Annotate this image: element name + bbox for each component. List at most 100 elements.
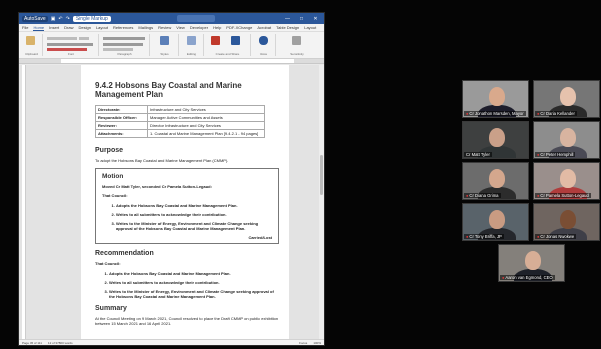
vertical-scrollbar[interactable]	[319, 65, 324, 339]
tab-layout[interactable]: Layout	[96, 25, 108, 30]
redo-icon[interactable]: ↷	[66, 16, 70, 22]
save-icon[interactable]: ▣	[51, 16, 56, 22]
page-count[interactable]: Page 45 of 111	[22, 341, 42, 345]
word-window: AutoSave ▣ ↶ ↷ Single Markup — □ ✕ File …	[18, 12, 325, 346]
mic-muted-icon: ●	[537, 193, 540, 198]
motion-moved-text: Moved Cr Matt Tyler, seconded Cr Pamela …	[102, 184, 212, 190]
report-meta-table: Directorate: Infrastructure and City Serv…	[95, 105, 265, 138]
tab-table-design[interactable]: Table Design	[276, 25, 299, 30]
list-buttons[interactable]	[103, 37, 145, 40]
styles-icon[interactable]	[160, 36, 169, 45]
participant-tile[interactable]: ● Cr Jonathon Marsden, Mayor	[462, 80, 529, 118]
minimize-button[interactable]: —	[282, 16, 293, 22]
carried-lost-text: Carried/Lost	[248, 235, 272, 241]
editing-group: Editing	[180, 34, 204, 56]
table-row: Directorate: Infrastructure and City Serv…	[95, 105, 265, 114]
tab-table-layout[interactable]: Layout	[304, 25, 316, 30]
tab-references[interactable]: References	[113, 25, 133, 30]
ribbon-tabs: File Home Insert Draw Design Layout Refe…	[19, 24, 324, 32]
mic-muted-icon: ●	[502, 275, 505, 280]
participant-name: Cr Jonathon Marsden, Mayor	[469, 111, 524, 116]
sensitivity-group: Sensitivity	[277, 34, 317, 56]
participant-name: Cr Pamela Sutton-Legaud	[540, 193, 589, 198]
close-button[interactable]: ✕	[310, 16, 321, 22]
table-row: Reviewer: Director Infrastructure and Cit…	[95, 121, 265, 130]
tab-design[interactable]: Design	[78, 25, 90, 30]
mic-muted-icon: ●	[537, 152, 540, 157]
participant-tile[interactable]: Cr Matt Tyler	[462, 121, 529, 159]
undo-icon[interactable]: ↶	[58, 16, 62, 22]
participant-name: Cr Matt Tyler	[466, 152, 490, 157]
mic-muted-icon: ●	[537, 111, 540, 116]
vertical-ruler	[22, 65, 26, 339]
tab-home[interactable]: Home	[33, 25, 45, 31]
tab-mailings[interactable]: Mailings	[138, 25, 153, 30]
voice-group: Voice	[252, 34, 276, 56]
scrollbar-thumb[interactable]	[320, 155, 323, 195]
participant-tile[interactable]: ● Cr Daria Kellander	[533, 80, 600, 118]
font-size-select[interactable]	[79, 37, 89, 40]
list-item: Adopts the Hobsons Bay Coastal and Marin…	[109, 271, 279, 276]
zoom-level[interactable]: 100%	[313, 341, 321, 345]
word-count[interactable]: 12 of 37800 words	[48, 341, 73, 345]
list-item: Writes to the Minister of Energy, Enviro…	[116, 221, 272, 231]
find-icon[interactable]	[187, 36, 196, 45]
participant-tile[interactable]: ● Aaron van Egmond, CEO	[498, 244, 565, 282]
motion-heading: Motion	[102, 173, 124, 181]
screen: AutoSave ▣ ↶ ↷ Single Markup — □ ✕ File …	[0, 0, 601, 349]
paste-icon[interactable]	[26, 36, 35, 45]
mic-muted-icon: ●	[466, 234, 469, 239]
tab-review[interactable]: Review	[158, 25, 171, 30]
font-name-select[interactable]	[47, 37, 77, 40]
ribbon: Clipboard Font Paragraph Styles Editing …	[19, 32, 324, 59]
font-color-buttons[interactable]	[47, 48, 87, 51]
document-page[interactable]: 9.4.2 Hobsons Bay Coastal and Marine Man…	[81, 65, 289, 339]
participant-name: Cr Daria Kellander	[540, 111, 575, 116]
font-format-buttons[interactable]	[47, 43, 93, 46]
participant-tile[interactable]: ● Cr Pamela Sutton-Legaud	[533, 162, 600, 200]
recommendation-heading: Recommendation	[95, 250, 154, 258]
tab-acrobat[interactable]: Acrobat	[257, 25, 271, 30]
create-pdf-icon[interactable]	[211, 36, 220, 45]
clipboard-group: Clipboard	[21, 34, 43, 56]
focus-button[interactable]: Focus	[299, 341, 307, 345]
item-heading: 9.4.2 Hobsons Bay Coastal and Marine Man…	[95, 81, 242, 99]
participant-name: Cr Tony Briffa, JP	[469, 234, 502, 239]
font-group: Font	[44, 34, 99, 56]
participant-tile[interactable]: ● Cr Peter Hemphill	[533, 121, 600, 159]
dictate-icon[interactable]	[259, 36, 268, 45]
list-item: Writes to all submitters to acknowledge …	[109, 280, 279, 285]
create-share-group: Create and Share	[205, 34, 251, 56]
summary-heading: Summary	[95, 305, 127, 313]
tab-help[interactable]: Help	[213, 25, 221, 30]
document-area[interactable]: 9.4.2 Hobsons Bay Coastal and Marine Man…	[19, 65, 324, 339]
sensitivity-icon[interactable]	[292, 36, 301, 45]
request-signatures-icon[interactable]	[231, 36, 240, 45]
title-bar: AutoSave ▣ ↶ ↷ Single Markup — □ ✕	[19, 13, 324, 24]
summary-text: At the Council Meeting on 9 March 2021, …	[95, 316, 279, 327]
tab-draw[interactable]: Draw	[64, 25, 73, 30]
participant-tile[interactable]: ● Cr Diana Grima	[462, 162, 529, 200]
autosave-toggle[interactable]: AutoSave	[22, 15, 48, 22]
align-buttons[interactable]	[103, 43, 143, 46]
participant-tile[interactable]: ● Cr Tony Briffa, JP	[462, 203, 529, 241]
purpose-heading: Purpose	[95, 147, 124, 154]
participant-tile[interactable]: ● Cr Jonas Nwokwe	[533, 203, 600, 241]
search-box[interactable]	[177, 15, 216, 22]
maximize-button[interactable]: □	[296, 16, 307, 22]
tab-view[interactable]: View	[176, 25, 185, 30]
shading-buttons[interactable]	[103, 48, 133, 51]
purpose-text: To adopt the Hobsons Bay Coastal and Mar…	[95, 158, 229, 163]
list-item: Adopts the Hobsons Bay Coastal and Marin…	[116, 203, 272, 208]
tab-insert[interactable]: Insert	[49, 25, 59, 30]
tab-file[interactable]: File	[22, 25, 28, 30]
table-row: Attachments: 1. Coastal and Marine Manage…	[95, 129, 265, 138]
participant-name: Cr Jonas Nwokwe	[540, 234, 575, 239]
paragraph-group: Paragraph	[100, 34, 150, 56]
participant-name: Aaron van Egmond, CEO	[505, 275, 553, 280]
tab-developer[interactable]: Developer	[190, 25, 208, 30]
tab-pdf-xchange[interactable]: PDF-XChange	[226, 25, 252, 30]
table-row: Responsible Officer: Manager Active Commu…	[95, 113, 265, 122]
mic-muted-icon: ●	[466, 193, 469, 198]
motion-list: Adopts the Hobsons Bay Coastal and Marin…	[102, 203, 272, 232]
